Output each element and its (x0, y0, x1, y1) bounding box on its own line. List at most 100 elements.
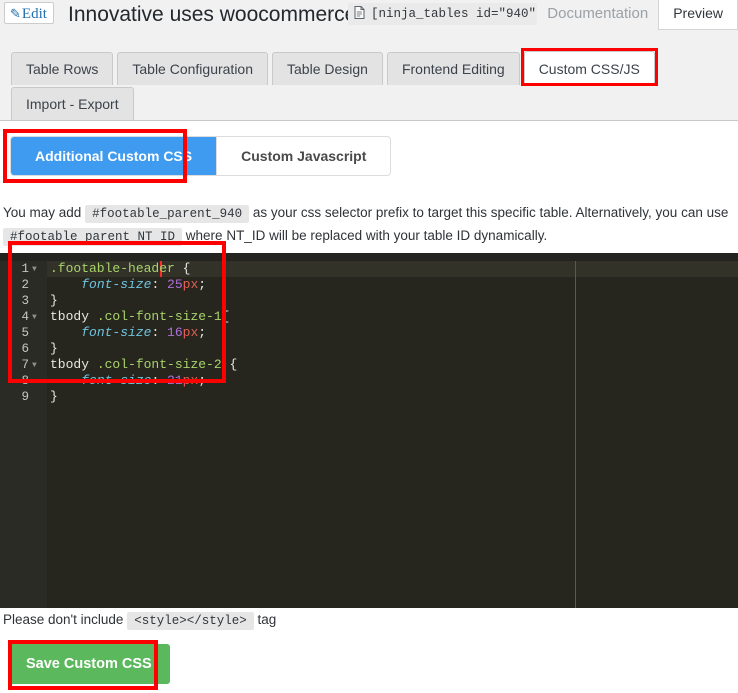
editor-line[interactable]: 5 font-size: 16px; (0, 325, 738, 341)
editor-line-text: tbody .col-font-size-1{ (50, 309, 229, 325)
editor-line-text: } (50, 293, 58, 309)
tab-custom-css-js[interactable]: Custom CSS/JS (520, 48, 658, 86)
pencil-icon: ✎ (10, 6, 21, 21)
style-tag-warning: Please don't include <style></style> tag (3, 610, 276, 631)
custom-css-panel: Additional Custom CSS Custom Javascript … (0, 120, 738, 693)
tab-import-export[interactable]: Import - Export (11, 87, 134, 120)
code-fold-arrow-icon[interactable]: ▼ (32, 261, 42, 278)
tab-label: Custom CSS/JS (538, 60, 640, 77)
warning-part-2: tag (257, 612, 277, 627)
editor-line[interactable]: 8 font-size: 21px; (0, 373, 738, 389)
editor-line-number: 6 (21, 342, 29, 356)
code-token: 25 (167, 277, 183, 292)
edit-button[interactable]: ✎Edit (4, 2, 54, 24)
code-token: { (174, 261, 191, 276)
code-token: : (151, 325, 168, 340)
shortcode-text: [ninja_tables id="940"] (371, 7, 544, 21)
code-token: px (182, 277, 199, 292)
editor-line-text: } (50, 341, 58, 357)
tab-label: Frontend Editing (401, 61, 505, 77)
editor-line[interactable]: 6} (0, 341, 738, 357)
editor-line-text: .footable-header { (50, 261, 190, 277)
subtab-custom-javascript[interactable]: Custom Javascript (216, 137, 391, 175)
editor-line-number: 5 (21, 326, 29, 340)
helper-part-1: You may add (3, 205, 82, 220)
code-token: px (182, 373, 199, 388)
warning-code-style-tag: <style></style> (127, 612, 254, 630)
code-token: } (50, 341, 58, 356)
warning-part-1: Please don't include (3, 612, 124, 627)
helper-code-nt-id: #footable_parent_NT_ID (3, 228, 183, 246)
shortcode-badge[interactable]: [ninja_tables id="940"] (348, 3, 552, 25)
code-token: 16 (167, 325, 183, 340)
helper-part-2: as your css selector prefix to target th… (252, 205, 729, 220)
tab-label: Table Design (287, 61, 368, 77)
code-token: ; (198, 325, 207, 340)
editor-line[interactable]: 2 font-size: 25px; (0, 277, 738, 293)
editor-line-number: 4 (21, 310, 29, 324)
tab-table-design[interactable]: Table Design (272, 52, 383, 85)
code-token: font-size (81, 373, 152, 388)
code-token: .col-font-size-1 (96, 309, 222, 324)
code-token: tbody (50, 309, 90, 324)
editor-line-text: font-size: 16px; (50, 325, 206, 341)
editor-line[interactable]: 9} (0, 389, 738, 405)
css-code-editor[interactable]: 1 ▼ .footable-header {2 font-size: 25px; 3}… (0, 253, 738, 608)
tab-label: Import - Export (26, 96, 119, 112)
code-token: .footable-header (50, 261, 175, 276)
code-token: } (50, 293, 58, 308)
editor-line-text: font-size: 21px; (50, 373, 206, 389)
editor-line-number: 8 (21, 374, 29, 388)
code-token: tbody (50, 357, 90, 372)
selector-helper-text: You may add #footable_parent_940 as your… (3, 202, 735, 248)
editor-line[interactable]: 7 ▼ tbody .col-font-size-2 { (0, 357, 738, 373)
code-token: .col-font-size-2 (96, 357, 222, 372)
editor-line[interactable]: 1 ▼ .footable-header { (0, 261, 738, 277)
code-token: { (221, 309, 230, 324)
tab-label: Table Rows (26, 61, 99, 77)
code-fold-arrow-icon[interactable]: ▼ (32, 357, 42, 374)
code-fold-arrow-icon[interactable]: ▼ (32, 309, 42, 326)
subtab-label: Custom Javascript (241, 148, 367, 164)
editor-line[interactable]: 3} (0, 293, 738, 309)
tab-row-primary: Table Rows Table Configuration Table Des… (0, 48, 738, 86)
tab-preview[interactable]: Preview (658, 0, 738, 30)
tab-table-configuration[interactable]: Table Configuration (117, 52, 269, 85)
editor-code-lines[interactable]: 1 ▼ .footable-header {2 font-size: 25px; 3}… (0, 261, 738, 405)
save-custom-css-button[interactable]: Save Custom CSS (8, 644, 170, 684)
css-js-subtabs: Additional Custom CSS Custom Javascript (10, 136, 392, 176)
code-token: } (50, 389, 58, 404)
code-token: ; (198, 277, 207, 292)
code-token: 21 (167, 373, 183, 388)
code-token: : (151, 277, 168, 292)
tab-table-rows[interactable]: Table Rows (11, 52, 114, 85)
editor-line-text: tbody .col-font-size-2 { (50, 357, 237, 373)
editor-line-text: font-size: 25px; (50, 277, 206, 293)
code-token: font-size (81, 325, 152, 340)
code-token: : (151, 373, 168, 388)
editor-line-number: 1 (21, 262, 29, 276)
document-copy-icon (354, 6, 365, 19)
editor-line-text: } (50, 389, 58, 405)
editor-top-strip (0, 253, 738, 261)
editor-line[interactable]: 4 ▼ tbody .col-font-size-1{ (0, 309, 738, 325)
helper-part-3: where NT_ID will be replaced with your t… (185, 228, 548, 243)
main-tab-strip: Table Rows Table Configuration Table Des… (0, 48, 738, 120)
tab-row-secondary: Import - Export (0, 85, 738, 120)
documentation-link[interactable]: Documentation (537, 0, 659, 30)
code-token: { (221, 357, 238, 372)
header-right-group: Documentation Preview (537, 0, 738, 30)
helper-code-table-id: #footable_parent_940 (85, 205, 250, 223)
editor-line-number: 3 (21, 294, 29, 308)
editor-line-number: 9 (21, 390, 29, 404)
code-token: px (182, 325, 199, 340)
subtab-label: Additional Custom CSS (35, 148, 193, 164)
tab-frontend-editing[interactable]: Frontend Editing (386, 52, 520, 85)
subtab-additional-custom-css[interactable]: Additional Custom CSS (11, 137, 217, 175)
tab-label: Table Configuration (132, 61, 254, 77)
code-token: font-size (81, 277, 152, 292)
